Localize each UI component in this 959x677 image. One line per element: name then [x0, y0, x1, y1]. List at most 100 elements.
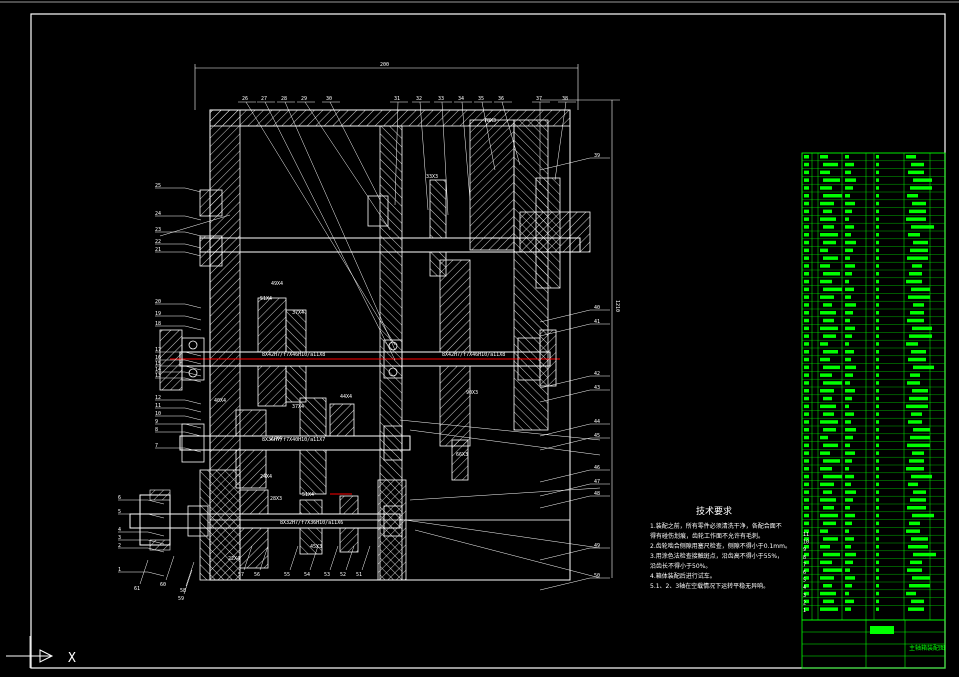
shaft-2-left-spec: 8X42H7/f7X46H10/a11X8	[262, 352, 325, 358]
part-number-label: 18	[155, 321, 161, 327]
bom-row-number: 8	[803, 555, 806, 561]
part-number-label: 43	[594, 385, 600, 391]
title-block-name: 主轴箱装配图	[909, 644, 945, 652]
part-number-label: 47	[594, 479, 600, 485]
tech-req-line: 5.1、2、3轴在空载情况下运转平稳无异响。	[650, 582, 769, 590]
gear-spec-label: 27X4	[270, 436, 282, 442]
part-number-label: 55	[284, 572, 290, 578]
tech-req-line: 得有碰伤划痕，齿轮工作面不允许有毛刺。	[650, 532, 764, 540]
part-number-label: 52	[340, 572, 346, 578]
tech-req-line: 沿齿长不得小于50%。	[650, 562, 711, 570]
part-number-label: 19	[155, 311, 161, 317]
part-number-label: 21	[155, 247, 161, 253]
part-number-label: 22	[155, 239, 161, 245]
gear-spec-label: 24X4	[260, 474, 272, 480]
part-number-label: 39	[594, 153, 600, 159]
part-number-label: 1	[118, 567, 121, 573]
side-dimension-value: 1210	[614, 300, 620, 312]
shaft-4-spec: 8X32H7/f7X36H10/a11X6	[280, 520, 343, 526]
part-number-label: 17	[155, 347, 161, 353]
part-number-label: 50	[594, 573, 600, 579]
gear-spec-label: 66X3	[456, 452, 468, 458]
gear-spec-label: 28X3	[270, 496, 282, 502]
part-number-label: 56	[254, 572, 260, 578]
ucs-x-label: X	[68, 651, 76, 666]
gear-spec-label: 37X4	[292, 310, 304, 316]
tech-req-line: 2.齿轮啮合侧隙用塞尺检查，侧隙不得小于0.1mm。	[650, 542, 791, 550]
part-number-label: 40	[594, 305, 600, 311]
title-block: 装配图 主轴箱装配图	[801, 619, 946, 669]
shaft-2-right-spec: 8X42H7/f7X46H10/a11X8	[442, 352, 505, 358]
part-number-label: 13	[155, 373, 161, 379]
part-number-label: 51	[356, 572, 362, 578]
part-number-label: 7	[155, 443, 158, 449]
bom-row-number: 10	[803, 540, 809, 546]
bom-row-number: 4	[803, 585, 806, 591]
bom-row-number: 7	[803, 562, 806, 568]
part-number-label: 20	[155, 299, 161, 305]
part-number-label: 36	[498, 96, 504, 102]
part-number-label: 48	[594, 491, 600, 497]
part-number-label: 25	[155, 183, 161, 189]
part-number-label: 26	[242, 96, 248, 102]
part-number-label: 12	[155, 395, 161, 401]
part-number-label: 59	[178, 596, 184, 602]
part-number-label: 27	[261, 96, 267, 102]
bom-row-number: 11	[803, 532, 809, 538]
part-number-label: 37	[536, 96, 542, 102]
bom-row-number: 9	[803, 547, 806, 553]
tech-req-line: 1.装配之前，所有零件必须清洗干净，各配合面不	[650, 522, 782, 530]
technical-requirements: 技术要求 1.装配之前，所有零件必须清洗干净，各配合面不得有碰伤划痕，齿轮工作面…	[650, 505, 791, 590]
part-number-label: 9	[155, 419, 158, 425]
part-number-label: 34	[458, 96, 464, 102]
gear-spec-label: 49X4	[271, 281, 283, 287]
gear-spec-label: 90X3	[466, 390, 478, 396]
part-number-label: 42	[594, 371, 600, 377]
part-number-label: 35	[478, 96, 484, 102]
bom-row-number: 5	[803, 578, 806, 584]
gear-spec-label: 78X3	[484, 118, 496, 124]
bom-table: 11 109 87 6 54 32 1	[801, 152, 946, 621]
gear-spec-label: 37X4	[292, 404, 304, 410]
part-number-label: 6	[118, 495, 121, 501]
part-number-label: 46	[594, 465, 600, 471]
gear-spec-label: 51X4	[260, 296, 272, 302]
tech-req-title: 技术要求	[696, 505, 732, 517]
title-block-mark: 装配图	[870, 627, 885, 634]
part-number-label: 5	[118, 509, 121, 515]
part-number-label: 38	[562, 96, 568, 102]
gear-spec-label: 22X4	[228, 556, 240, 562]
part-number-label: 31	[394, 96, 400, 102]
gear-spec-label: 45X3	[310, 544, 322, 550]
part-number-label: 32	[416, 96, 422, 102]
part-number-label: 29	[301, 96, 307, 102]
bom-row-number: 2	[803, 600, 806, 606]
part-number-label: 11	[155, 403, 161, 409]
part-number-label: 2	[118, 543, 121, 549]
part-number-label: 49	[594, 543, 600, 549]
part-number-label: 60	[160, 582, 166, 588]
part-number-label: 33	[438, 96, 444, 102]
bom-row-number: 1	[803, 608, 806, 614]
tech-req-line: 4.箱体装配后进行试车。	[650, 572, 716, 580]
part-number-label: 57	[238, 572, 244, 578]
gear-spec-label: 33X3	[426, 174, 438, 180]
part-number-label: 10	[155, 411, 161, 417]
part-number-label: 23	[155, 227, 161, 233]
tech-req-line: 3.用涂色法检查接触斑点，沿齿高不得小于55%，	[650, 552, 783, 560]
part-number-label: 3	[118, 535, 121, 541]
part-number-label: 4	[118, 527, 121, 533]
input-pulley	[139, 494, 171, 546]
gear-spec-label: 44X4	[340, 394, 352, 400]
part-number-label: 24	[155, 211, 161, 217]
part-number-label: 53	[324, 572, 330, 578]
part-number-label: 58	[180, 588, 186, 594]
part-number-label: 41	[594, 319, 600, 325]
part-number-label: 28	[281, 96, 287, 102]
ucs-icon: X	[6, 636, 76, 668]
part-number-label: 8	[155, 427, 158, 433]
top-dimension-value: 200	[380, 62, 389, 68]
top-dimension: 200	[194, 62, 579, 110]
part-number-label: 30	[326, 96, 332, 102]
gear-spec-label: 51X4	[302, 492, 314, 498]
